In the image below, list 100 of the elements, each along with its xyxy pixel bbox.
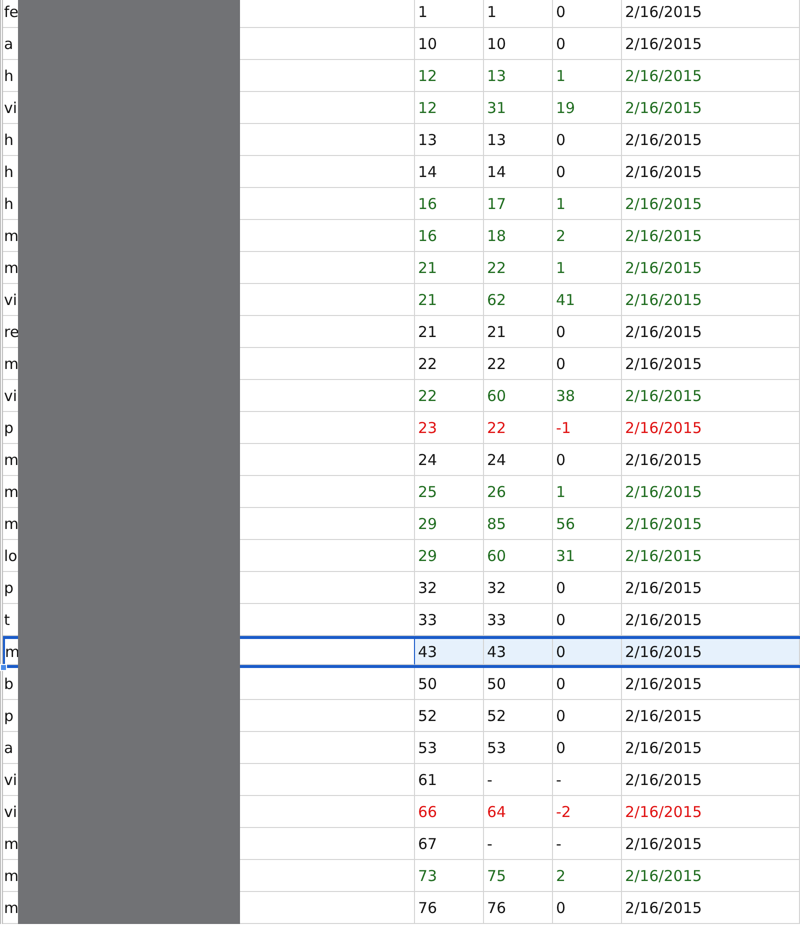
table-row[interactable]: p 23 22 -1 2/16/2015 [3,412,800,444]
cell-text: 53 [418,738,438,756]
cell-text: 14 [487,162,506,180]
cell-text: h [4,66,14,84]
cell-text: 10 [487,34,506,52]
cell-text: 2/16/2015 [625,258,702,276]
table-row[interactable]: vi 12 31 19 2/16/2015 [3,92,800,124]
cell-text: vi [4,386,18,404]
table-row[interactable]: p 32 32 0 2/16/2015 [3,572,800,604]
cell-text: m [4,898,19,916]
table-row[interactable]: vi 66 64 -2 2/16/2015 [3,796,800,828]
cell-text: h [4,162,14,180]
table-row[interactable]: m 21 22 1 2/16/2015 [3,252,800,284]
table-row[interactable]: vi 21 62 41 2/16/2015 [3,284,800,316]
cell-text: 0 [556,674,566,692]
cell-text: 2/16/2015 [625,322,702,340]
cell-text: m [4,834,19,852]
cell-text: 2/16/2015 [625,226,702,244]
cell-text: 1 [556,66,566,84]
table-row[interactable]: vi 61 - - 2/16/2015 [3,764,800,796]
cell-text: 10 [418,34,438,52]
cell-text: 38 [556,386,576,404]
cell-text: 29 [418,546,438,564]
cell-text: p [4,706,14,724]
cell-text: a [4,34,14,52]
cell-text: 76 [418,898,438,916]
fill-handle[interactable] [0,664,7,671]
cell-text: m [4,482,19,500]
cell-text: 2/16/2015 [625,866,702,884]
cell-text: 0 [556,2,566,20]
table-row[interactable]: a 10 10 0 2/16/2015 [3,28,800,60]
table-row[interactable]: m 22 22 0 2/16/2015 [3,348,800,380]
cell-text: 2/16/2015 [625,194,702,212]
cell-text: 13 [418,130,438,148]
table-row[interactable]: h 13 13 0 2/16/2015 [3,124,800,156]
table-row[interactable]: h 12 13 1 2/16/2015 [3,60,800,92]
cell-text: h [4,130,14,148]
cell-text: vi [4,802,18,820]
cell-text: 13 [487,130,506,148]
cell-text: 22 [418,386,438,404]
table-row[interactable]: re 21 21 0 2/16/2015 [3,316,800,348]
cell-text: 2/16/2015 [625,290,702,308]
cell-text: lo [4,546,18,564]
cell-text: 0 [556,354,566,372]
cell-text: m [4,354,19,372]
cell-text: m [4,450,19,468]
cell-text: 2/16/2015 [625,450,702,468]
cell-text: 0 [556,642,566,660]
table-row[interactable]: b 50 50 0 2/16/2015 [3,668,800,700]
cell-text: 2/16/2015 [625,130,702,148]
cell-text: 2/16/2015 [625,482,702,500]
cell-text: 2/16/2015 [625,354,702,372]
cell-text: 2/16/2015 [625,66,702,84]
cell-text: 61 [418,770,438,788]
cell-text: 2/16/2015 [625,898,702,916]
cell-text: m [4,514,19,532]
cell-text: 53 [487,738,506,756]
cell-text: 2/16/2015 [625,34,702,52]
cell-text: 0 [556,162,566,180]
table-row[interactable]: h 16 17 1 2/16/2015 [3,188,800,220]
table-row[interactable]: m 29 85 56 2/16/2015 [3,508,800,540]
table-row[interactable]: m 76 76 0 2/16/2015 [3,892,800,924]
cell-text: 0 [556,706,566,724]
cell-text: 22 [487,258,506,276]
table-row[interactable]: m 24 24 0 2/16/2015 [3,444,800,476]
cell-text: 32 [418,578,438,596]
cell-text: 66 [418,802,438,820]
cell-text: 21 [418,258,438,276]
table-row[interactable]: lo 29 60 31 2/16/2015 [3,540,800,572]
cell-text: 1 [487,2,497,20]
cell-text: 60 [487,386,506,404]
cell-text: 75 [487,866,506,884]
cell-text: 67 [418,834,438,852]
cell-text: 1 [556,194,566,212]
table-row[interactable]: vi 22 60 38 2/16/2015 [3,380,800,412]
cell-text: 21 [487,322,506,340]
table-row[interactable]: m 67 - - 2/16/2015 [3,828,800,860]
cell-text: 0 [556,34,566,52]
cell-text: 21 [418,322,438,340]
cell-text: 50 [487,674,506,692]
cell-text: 24 [418,450,438,468]
table-row[interactable]: fe 1 1 0 2/16/2015 [3,0,800,28]
cell-text: 2/16/2015 [625,2,702,20]
cell-text: 2/16/2015 [625,578,702,596]
table-row[interactable]: m 16 18 2 2/16/2015 [3,220,800,252]
table-row[interactable]: p 52 52 0 2/16/2015 [3,700,800,732]
cell-text: 2 [556,226,566,244]
cell-text: - [487,770,492,788]
cell-text: - [556,834,562,852]
cell-text: 24 [487,450,506,468]
cell-text: 43 [487,642,506,660]
cell-text: 2/16/2015 [625,546,702,564]
table-row[interactable]: m 25 26 1 2/16/2015 [3,476,800,508]
cell-text: 60 [487,546,506,564]
cell-text: 76 [487,898,506,916]
table-row[interactable]: h 14 14 0 2/16/2015 [3,156,800,188]
table-row[interactable]: a 53 53 0 2/16/2015 [3,732,800,764]
cell-text: 18 [487,226,506,244]
cell-text: 31 [556,546,576,564]
table-row[interactable]: m 73 75 2 2/16/2015 [3,860,800,892]
